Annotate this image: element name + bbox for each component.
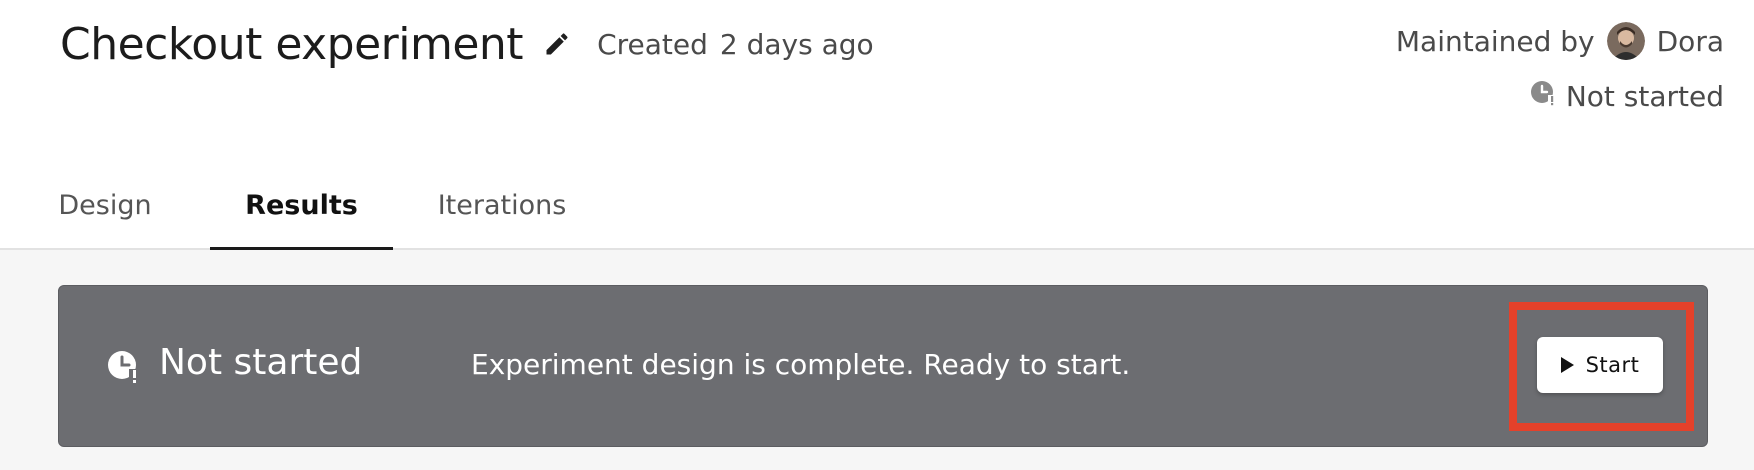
start-button-label: Start [1585,353,1640,377]
start-button[interactable]: Start [1537,337,1663,393]
maintainer-name[interactable]: Dora [1657,25,1724,58]
maintainer-info: Maintained by Dora [1396,22,1724,60]
tab-bar: Design Results Iterations [0,160,611,250]
title-row: Checkout experiment Created 2 days ago [60,14,874,74]
tab-iterations[interactable]: Iterations [393,160,611,250]
created-info: Created 2 days ago [597,28,874,61]
page-title: Checkout experiment [60,18,524,70]
created-value: 2 days ago [719,27,874,61]
play-icon [1560,357,1574,373]
status-text: Not started [1565,80,1724,113]
maintained-label: Maintained by [1395,24,1595,58]
avatar[interactable] [1606,22,1645,60]
created-label: Created [597,27,708,61]
tab-results[interactable]: Results [210,160,393,250]
clock-icon [107,350,141,388]
banner-message: Experiment design is complete. Ready to … [471,348,1131,381]
clock-icon [1530,80,1556,113]
page-header: Checkout experiment Created 2 days ago M… [0,0,1754,250]
status-indicator: Not started [1530,80,1724,113]
results-content: Not started Experiment design is complet… [0,250,1754,470]
status-banner: Not started Experiment design is complet… [58,285,1708,447]
edit-icon[interactable] [541,28,573,60]
banner-status: Not started [159,342,363,383]
tab-design[interactable]: Design [0,160,210,250]
